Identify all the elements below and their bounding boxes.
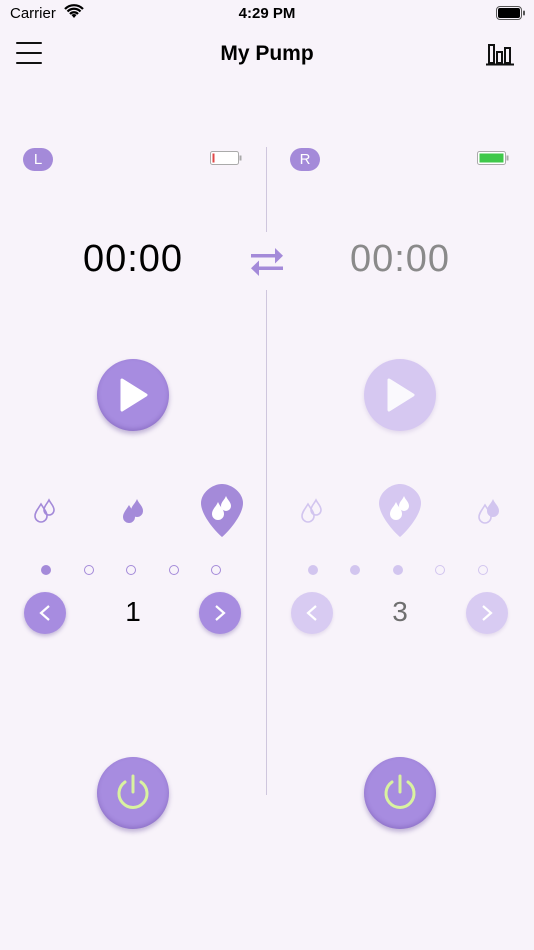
swap-sides-button[interactable] <box>249 245 285 279</box>
left-power-button[interactable] <box>97 757 169 829</box>
play-icon <box>387 378 415 412</box>
medium-flow-mode-icon[interactable] <box>116 494 150 528</box>
right-power-button[interactable] <box>364 757 436 829</box>
level-dot <box>84 565 94 575</box>
left-battery-low-icon <box>210 151 242 170</box>
level-dot <box>169 565 179 575</box>
strong-flow-mode-icon-selected[interactable] <box>377 481 423 539</box>
left-level-decrease-button[interactable] <box>24 592 66 634</box>
play-icon <box>120 378 148 412</box>
strong-flow-mode-icon-selected[interactable] <box>199 481 245 539</box>
status-battery-icon <box>496 6 526 25</box>
left-level-increase-button[interactable] <box>199 592 241 634</box>
chevron-right-icon <box>215 605 226 621</box>
right-timer: 00:00 <box>349 238 451 280</box>
level-dot <box>478 565 488 575</box>
left-side-badge: L <box>23 148 53 171</box>
bar-chart-icon[interactable] <box>486 40 514 68</box>
side-divider <box>266 290 267 795</box>
right-level-value: 3 <box>392 596 408 627</box>
medium-flow-mode-icon[interactable] <box>472 494 506 528</box>
level-dot <box>41 565 51 575</box>
left-play-button[interactable] <box>97 359 169 431</box>
swap-arrows-icon <box>251 248 283 276</box>
level-dot <box>350 565 360 575</box>
page-title: My Pump <box>220 42 314 65</box>
light-flow-mode-icon[interactable] <box>28 494 62 528</box>
level-dot <box>126 565 136 575</box>
power-icon <box>117 774 149 809</box>
right-level-decrease-button[interactable] <box>291 592 333 634</box>
level-dot <box>393 565 403 575</box>
level-dot <box>308 565 318 575</box>
right-level-increase-button[interactable] <box>466 592 508 634</box>
right-play-button[interactable] <box>364 359 436 431</box>
chevron-right-icon <box>482 605 493 621</box>
status-time: 4:29 PM <box>238 5 296 22</box>
right-battery-full-icon <box>477 151 509 170</box>
light-flow-mode-icon[interactable] <box>295 494 329 528</box>
right-side-badge: R <box>290 148 320 171</box>
side-divider <box>266 147 267 232</box>
left-level-value: 1 <box>125 596 141 627</box>
level-dot <box>435 565 445 575</box>
chevron-left-icon <box>306 605 317 621</box>
level-dot <box>211 565 221 575</box>
chevron-left-icon <box>39 605 50 621</box>
left-timer: 00:00 <box>82 238 184 280</box>
power-icon <box>384 774 416 809</box>
